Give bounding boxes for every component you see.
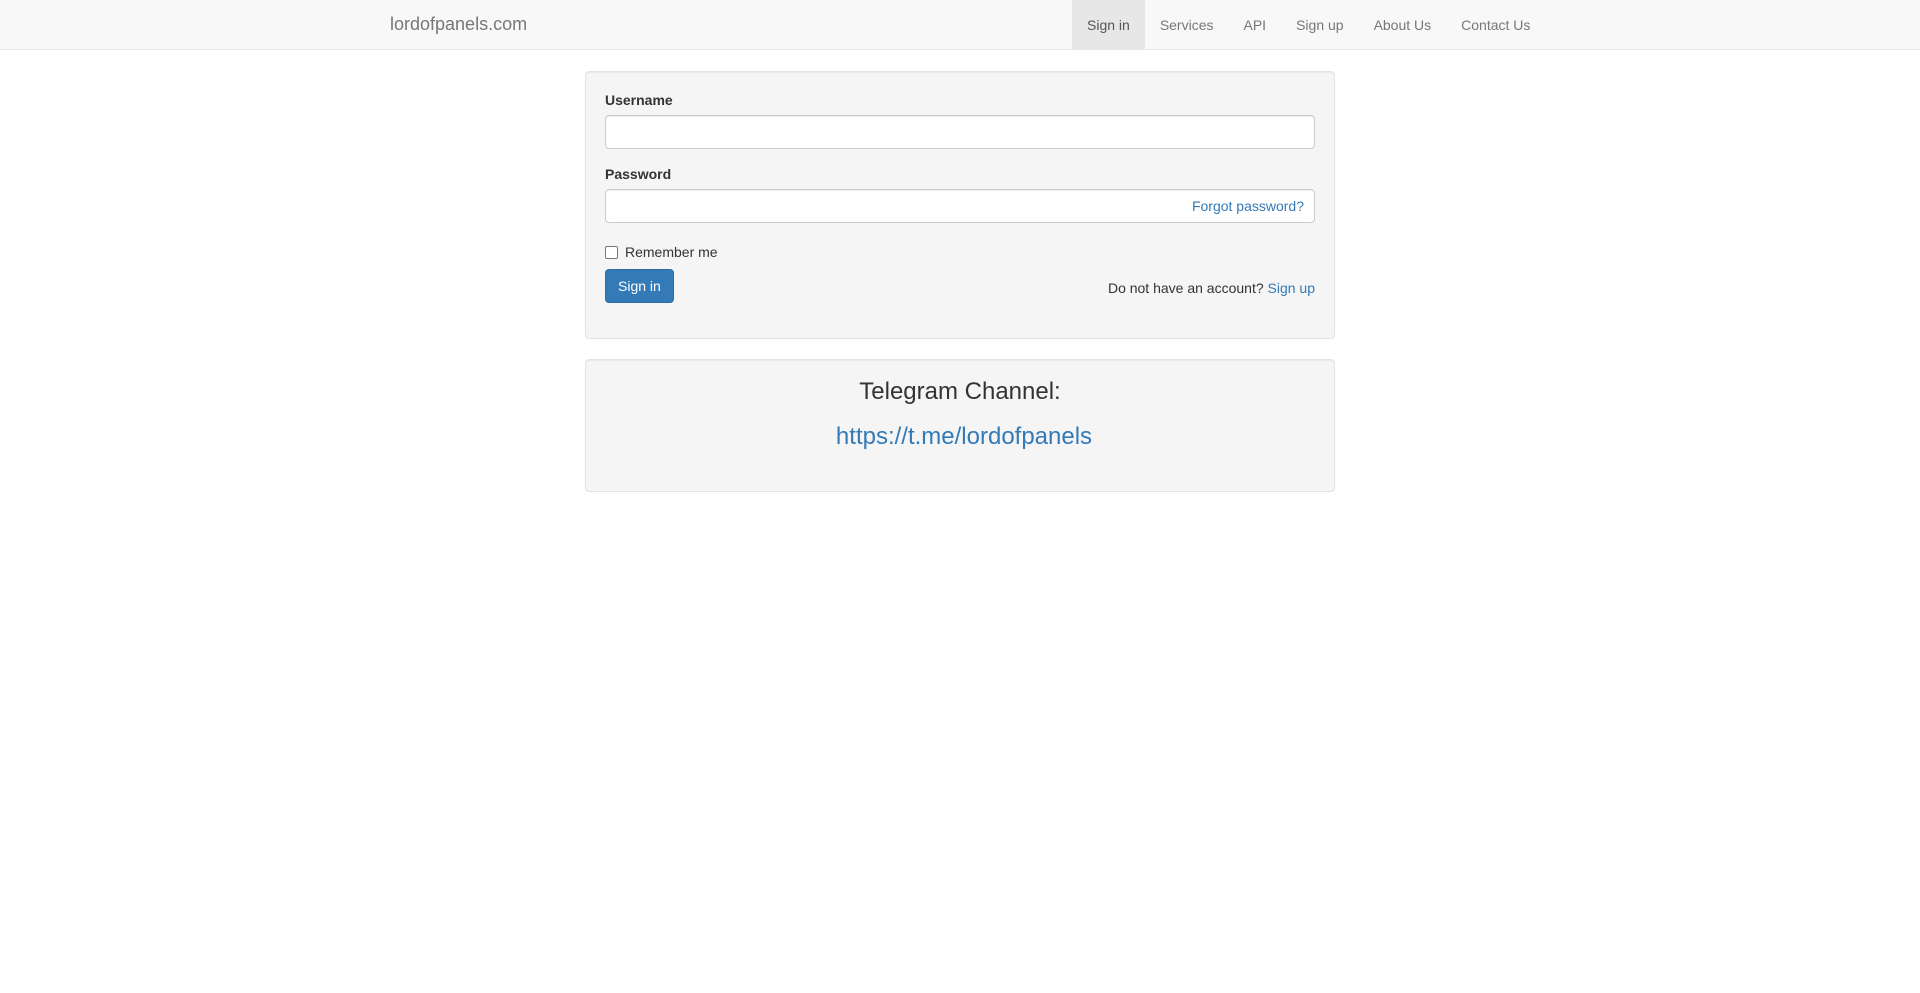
- nav-item-sign-in[interactable]: Sign in: [1072, 0, 1145, 50]
- forgot-password-link[interactable]: Forgot password?: [1192, 189, 1304, 223]
- username-label: Username: [605, 92, 673, 108]
- password-label: Password: [605, 166, 672, 182]
- remember-me-row: Remember me: [605, 242, 718, 262]
- brand-link[interactable]: lordofpanels.com: [390, 0, 527, 50]
- sign-in-button[interactable]: Sign in: [605, 269, 674, 303]
- nav-item-services[interactable]: Services: [1145, 0, 1229, 50]
- nav-menu: Sign in Services API Sign up About Us Co…: [1072, 0, 1545, 50]
- nav-item-contact-us[interactable]: Contact Us: [1446, 0, 1545, 50]
- top-navbar: lordofpanels.com Sign in Services API Si…: [0, 0, 1920, 50]
- remember-me-checkbox[interactable]: [605, 245, 618, 259]
- login-panel: Username Password Forgot password? Remem…: [585, 71, 1335, 339]
- nav-item-about-us[interactable]: About Us: [1359, 0, 1447, 50]
- sign-up-link[interactable]: Sign up: [1268, 280, 1315, 296]
- telegram-link[interactable]: https://t.me/lordofpanels: [590, 423, 1338, 451]
- no-account-text: Do not have an account?: [1107, 280, 1268, 296]
- remember-me-label[interactable]: Remember me: [625, 244, 718, 260]
- telegram-panel: Telegram Channel: https://t.me/lordofpan…: [585, 359, 1335, 492]
- username-input[interactable]: [605, 115, 1315, 149]
- nav-item-api[interactable]: API: [1229, 0, 1282, 50]
- signup-prompt: Do not have an account? Sign up: [1108, 280, 1315, 296]
- nav-item-sign-up[interactable]: Sign up: [1281, 0, 1358, 50]
- telegram-title: Telegram Channel:: [859, 378, 1061, 405]
